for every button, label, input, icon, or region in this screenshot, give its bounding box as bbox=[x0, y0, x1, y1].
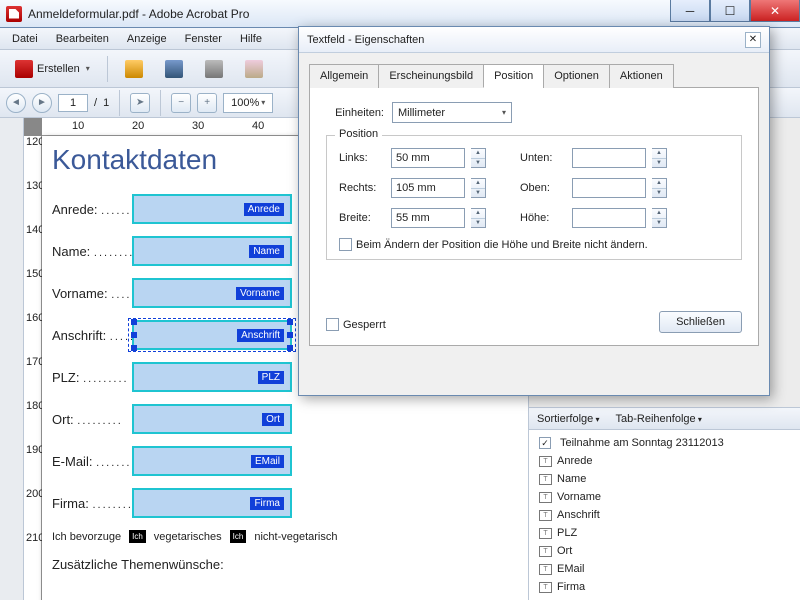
tab-options[interactable]: Optionen bbox=[543, 64, 610, 88]
field-list-item[interactable]: TPLZ bbox=[537, 524, 792, 542]
height-input[interactable] bbox=[572, 208, 646, 228]
field-list-item[interactable]: TAnrede bbox=[537, 452, 792, 470]
units-select[interactable]: Millimeter bbox=[392, 102, 512, 123]
menu-edit[interactable]: Bearbeiten bbox=[48, 30, 117, 48]
form-field-anrede[interactable]: Anrede bbox=[132, 194, 292, 224]
units-label: Einheiten: bbox=[326, 107, 384, 119]
close-button[interactable]: ✕ bbox=[750, 0, 800, 22]
app-icon bbox=[6, 6, 22, 22]
field-list-item[interactable]: TOrt bbox=[537, 542, 792, 560]
left-spinner[interactable]: ▲▼ bbox=[471, 148, 486, 168]
ruler-vertical: 120130140150160170180190200210 bbox=[24, 136, 42, 600]
dialog-tabs: Allgemein Erscheinungsbild Position Opti… bbox=[309, 63, 759, 88]
top-spinner[interactable]: ▲▼ bbox=[652, 178, 667, 198]
edit-button[interactable] bbox=[236, 55, 272, 83]
zoom-in-button[interactable]: + bbox=[197, 93, 217, 113]
tab-position[interactable]: Position bbox=[483, 64, 544, 88]
sort-dropdown[interactable]: Sortierfolge bbox=[537, 413, 600, 425]
tab-actions[interactable]: Aktionen bbox=[609, 64, 674, 88]
right-input[interactable]: 105 mm bbox=[391, 178, 465, 198]
form-field-anschrift[interactable]: Anschrift bbox=[132, 320, 292, 350]
zoom-select[interactable]: 100% bbox=[223, 93, 273, 113]
field-list-item[interactable]: TVorname bbox=[537, 488, 792, 506]
next-page-button[interactable]: ► bbox=[32, 93, 52, 113]
title-bar: Anmeldeformular.pdf - Adobe Acrobat Pro … bbox=[0, 0, 800, 28]
print-icon bbox=[205, 60, 223, 78]
dialog-title: Textfeld - Eigenschaften bbox=[307, 34, 424, 46]
locked-checkbox[interactable] bbox=[326, 318, 339, 331]
field-list-item[interactable]: TName bbox=[537, 470, 792, 488]
position-legend: Position bbox=[335, 128, 382, 140]
print-button[interactable] bbox=[196, 55, 232, 83]
edit-icon bbox=[245, 60, 263, 78]
form-field-email[interactable]: EMail bbox=[132, 446, 292, 476]
menu-help[interactable]: Hilfe bbox=[232, 30, 270, 48]
fields-pane: Sortierfolge Tab-Reihenfolge ✓Teilnahme … bbox=[529, 408, 800, 600]
form-field-firma[interactable]: Firma bbox=[132, 488, 292, 518]
field-list-item[interactable]: TAnschrift bbox=[537, 506, 792, 524]
tab-appearance[interactable]: Erscheinungsbild bbox=[378, 64, 484, 88]
left-sidebar[interactable] bbox=[0, 118, 24, 600]
form-field-ort[interactable]: Ort bbox=[132, 404, 292, 434]
bottom-input[interactable] bbox=[572, 148, 646, 168]
checkbox-field[interactable]: Ich bbox=[230, 530, 247, 543]
field-list-item[interactable]: TEMail bbox=[537, 560, 792, 578]
create-icon bbox=[15, 60, 33, 78]
form-field-plz[interactable]: PLZ bbox=[132, 362, 292, 392]
maximize-button[interactable]: ☐ bbox=[710, 0, 750, 22]
save-button[interactable] bbox=[156, 55, 192, 83]
dialog-close-icon[interactable]: ✕ bbox=[745, 32, 761, 48]
properties-dialog: Textfeld - Eigenschaften ✕ Allgemein Ers… bbox=[298, 26, 770, 396]
prev-page-button[interactable]: ◄ bbox=[6, 93, 26, 113]
right-spinner[interactable]: ▲▼ bbox=[471, 178, 486, 198]
page-total: 1 bbox=[103, 97, 109, 109]
preference-row: Ich bevorzuge Ich vegetarisches Ich nich… bbox=[52, 530, 528, 543]
folder-icon bbox=[125, 60, 143, 78]
open-button[interactable] bbox=[116, 55, 152, 83]
bottom-spinner[interactable]: ▲▼ bbox=[652, 148, 667, 168]
create-button[interactable]: Erstellen bbox=[6, 55, 99, 83]
left-input[interactable]: 50 mm bbox=[391, 148, 465, 168]
form-field-vorname[interactable]: Vorname bbox=[132, 278, 292, 308]
menu-window[interactable]: Fenster bbox=[177, 30, 230, 48]
menu-view[interactable]: Anzeige bbox=[119, 30, 175, 48]
minimize-button[interactable]: ─ bbox=[670, 0, 710, 22]
field-list-item[interactable]: ✓Teilnahme am Sonntag 23112013 bbox=[537, 434, 792, 452]
save-icon bbox=[165, 60, 183, 78]
field-list-item[interactable]: TFirma bbox=[537, 578, 792, 596]
zoom-out-button[interactable]: − bbox=[171, 93, 191, 113]
height-spinner[interactable]: ▲▼ bbox=[652, 208, 667, 228]
window-title: Anmeldeformular.pdf - Adobe Acrobat Pro bbox=[28, 7, 249, 21]
lock-hw-checkbox[interactable] bbox=[339, 238, 352, 251]
close-button[interactable]: Schließen bbox=[659, 311, 742, 333]
menu-file[interactable]: Datei bbox=[4, 30, 46, 48]
width-spinner[interactable]: ▲▼ bbox=[471, 208, 486, 228]
checkbox-field[interactable]: Ich bbox=[129, 530, 146, 543]
tab-general[interactable]: Allgemein bbox=[309, 64, 379, 88]
width-input[interactable]: 55 mm bbox=[391, 208, 465, 228]
page-input[interactable] bbox=[58, 94, 88, 112]
form-field-name[interactable]: Name bbox=[132, 236, 292, 266]
tab-order-dropdown[interactable]: Tab-Reihenfolge bbox=[616, 413, 702, 425]
pointer-tool[interactable]: ➤ bbox=[130, 93, 150, 113]
top-input[interactable] bbox=[572, 178, 646, 198]
